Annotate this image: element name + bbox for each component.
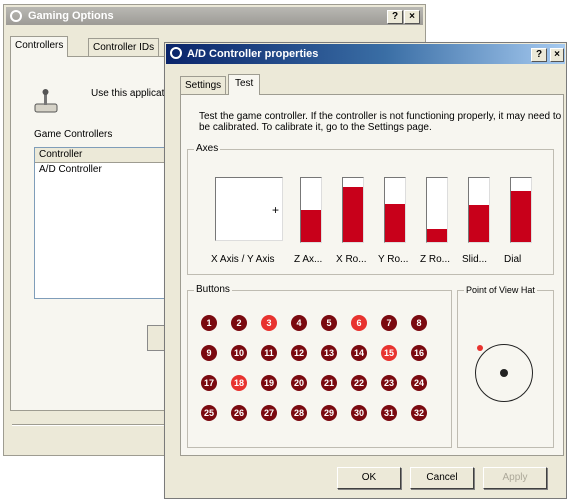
button-indicator: 17	[201, 375, 217, 391]
button-indicator: 8	[411, 315, 427, 331]
xy-axis-box: +	[215, 177, 283, 241]
apply-button[interactable]: Apply	[483, 467, 547, 489]
test-description: Test the game controller. If the control…	[199, 111, 562, 133]
axis-bar	[300, 177, 322, 243]
button-indicator: 28	[291, 405, 307, 421]
game-controllers-list[interactable]: Controller A/D Controller	[34, 147, 176, 299]
button-indicator: 10	[231, 345, 247, 361]
axis-bar-fill	[427, 229, 447, 242]
axis-label: X Ro...	[336, 254, 367, 265]
button-indicator: 3	[261, 315, 277, 331]
use-this-text: Use this applicat	[91, 88, 165, 99]
button-indicator: 4	[291, 315, 307, 331]
button-indicator: 20	[291, 375, 307, 391]
tab-controllers[interactable]: Controllers	[10, 36, 69, 57]
axis-bar-fill	[301, 210, 321, 242]
axis-label: Z Ro...	[420, 254, 451, 265]
axis-bar-fill	[469, 205, 489, 242]
axis-bar	[468, 177, 490, 243]
button-indicator: 11	[261, 345, 277, 361]
game-controllers-label: Game Controllers	[34, 129, 113, 140]
list-item[interactable]: A/D Controller	[35, 163, 175, 177]
button-indicator: 18	[231, 375, 247, 391]
button-indicator: 13	[321, 345, 337, 361]
gaming-options-titlebar[interactable]: Gaming Options ? ×	[6, 7, 423, 25]
buttons-group: Buttons	[187, 284, 452, 448]
button-indicator: 16	[411, 345, 427, 361]
tab-test[interactable]: Test	[228, 74, 261, 95]
ok-button[interactable]: OK	[337, 467, 401, 489]
window-title: A/D Controller properties	[187, 48, 319, 60]
tab-settings[interactable]: Settings	[180, 76, 227, 95]
pov-hat-group-label: Point of View Hat	[464, 284, 537, 296]
axis-bar	[384, 177, 406, 243]
joystick-icon	[34, 89, 58, 113]
button-indicator: 14	[351, 345, 367, 361]
axes-group-label: Axes	[194, 143, 221, 155]
button-indicator: 24	[411, 375, 427, 391]
axis-bar	[510, 177, 532, 243]
tab-controller-ids[interactable]: Controller IDs	[88, 38, 160, 57]
window-title: Gaming Options	[28, 10, 114, 22]
xy-axis-label: X Axis / Y Axis	[211, 254, 275, 265]
ad-controller-properties-window: A/D Controller properties ? × Settings T…	[164, 42, 567, 499]
button-indicator: 32	[411, 405, 427, 421]
game-controller-icon	[170, 47, 182, 59]
button-indicator: 26	[231, 405, 247, 421]
button-indicator: 5	[321, 315, 337, 331]
button-indicator: 25	[201, 405, 217, 421]
button-indicator: 27	[261, 405, 277, 421]
button-indicator: 29	[321, 405, 337, 421]
button-indicator: 19	[261, 375, 277, 391]
button-indicator: 22	[351, 375, 367, 391]
list-column-header[interactable]: Controller	[35, 148, 175, 163]
axis-label: Z Ax...	[294, 254, 323, 265]
button-indicator: 7	[381, 315, 397, 331]
button-indicator: 1	[201, 315, 217, 331]
button-indicator: 15	[381, 345, 397, 361]
axis-bar-fill	[343, 187, 363, 242]
button-indicator: 6	[351, 315, 367, 331]
button-indicator: 23	[381, 375, 397, 391]
pov-center-dot	[500, 369, 508, 377]
game-controller-icon	[10, 10, 22, 22]
axis-bar-fill	[511, 191, 531, 242]
cancel-button[interactable]: Cancel	[410, 467, 474, 489]
close-button[interactable]: ×	[404, 10, 420, 24]
help-button[interactable]: ?	[387, 10, 403, 24]
axis-bar-fill	[385, 204, 405, 242]
button-indicator: 30	[351, 405, 367, 421]
button-indicator: 9	[201, 345, 217, 361]
axis-label: Dial	[504, 254, 522, 265]
close-button[interactable]: ×	[550, 48, 564, 62]
crosshair-icon: +	[272, 203, 280, 217]
help-button[interactable]: ?	[531, 48, 547, 62]
pov-hat-circle	[475, 344, 533, 402]
axis-label: Y Ro...	[378, 254, 409, 265]
button-indicator: 12	[291, 345, 307, 361]
axis-label: Slid...	[462, 254, 488, 265]
button-indicator: 31	[381, 405, 397, 421]
axis-bar	[426, 177, 448, 243]
pov-position-marker	[477, 345, 483, 351]
axis-bar	[342, 177, 364, 243]
button-indicator: 2	[231, 315, 247, 331]
properties-titlebar[interactable]: A/D Controller properties ? ×	[166, 44, 565, 64]
button-indicator: 21	[321, 375, 337, 391]
buttons-group-label: Buttons	[194, 284, 232, 296]
